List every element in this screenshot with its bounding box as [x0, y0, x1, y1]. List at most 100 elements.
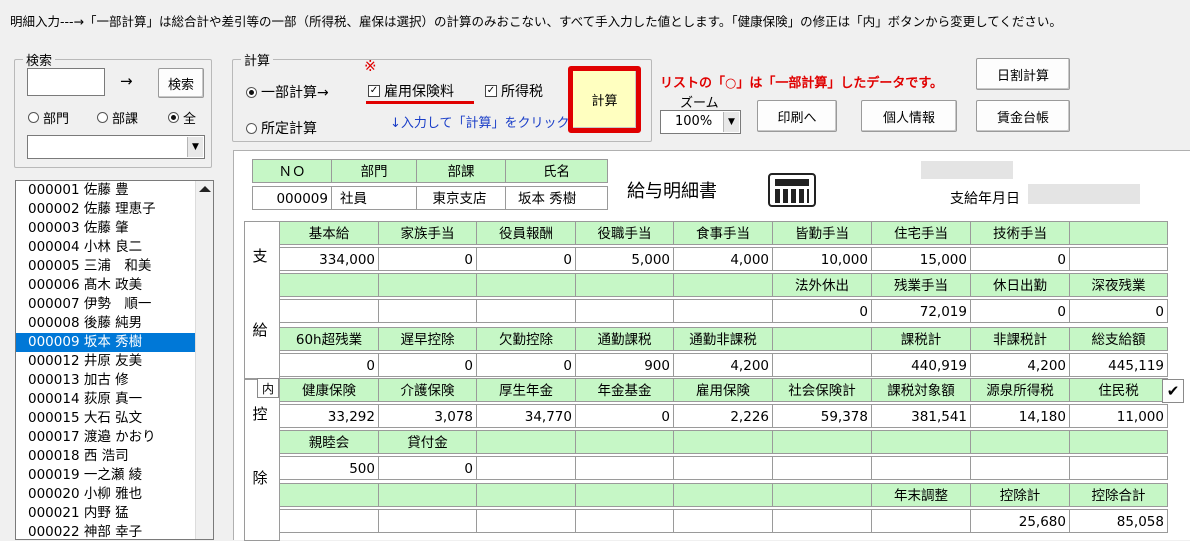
- uchi-button[interactable]: 内: [257, 378, 279, 398]
- deduction-value[interactable]: 14,180: [970, 404, 1070, 428]
- list-item[interactable]: 000018 西 浩司: [16, 447, 213, 466]
- payment-value[interactable]: [476, 299, 576, 323]
- deduction-value[interactable]: [476, 509, 576, 533]
- payment-value[interactable]: 0: [1069, 299, 1168, 323]
- payment-value[interactable]: 900: [575, 353, 674, 377]
- deduction-value[interactable]: 2,226: [673, 404, 773, 428]
- deduction-value[interactable]: 500: [279, 456, 379, 480]
- payment-value[interactable]: [279, 299, 379, 323]
- list-item[interactable]: 000004 小林 良二: [16, 238, 213, 257]
- chevron-down-icon[interactable]: ▼: [187, 137, 203, 157]
- shotoku-checkbox[interactable]: ✓ 所得税: [485, 81, 543, 101]
- list-item[interactable]: 000003 佐藤 肇: [16, 219, 213, 238]
- radio-fixed-calc[interactable]: 所定計算: [246, 118, 317, 138]
- deduction-value[interactable]: 85,058: [1069, 509, 1168, 533]
- payment-value[interactable]: 4,200: [673, 353, 773, 377]
- val-buka[interactable]: 東京支店: [416, 186, 506, 210]
- deduction-value[interactable]: 25,680: [970, 509, 1070, 533]
- chevron-down-icon[interactable]: ▼: [723, 112, 739, 132]
- payment-value[interactable]: 0: [378, 353, 477, 377]
- deduction-value[interactable]: 3,078: [378, 404, 477, 428]
- list-item[interactable]: 000002 佐藤 理恵子: [16, 200, 213, 219]
- deduction-value[interactable]: 59,378: [772, 404, 872, 428]
- deduction-value[interactable]: 33,292: [279, 404, 379, 428]
- payment-value[interactable]: 72,019: [871, 299, 971, 323]
- list-item[interactable]: 000012 井原 友美: [16, 352, 213, 371]
- search-button[interactable]: 検索: [158, 68, 204, 98]
- payment-value[interactable]: 0: [476, 247, 576, 271]
- list-item[interactable]: 000019 一之瀬 綾: [16, 466, 213, 485]
- payment-value[interactable]: 445,119: [1069, 353, 1168, 377]
- deduction-value[interactable]: [575, 509, 674, 533]
- scrollbar[interactable]: [195, 181, 213, 539]
- payment-value[interactable]: 4,000: [673, 247, 773, 271]
- val-bumon[interactable]: 社員: [331, 186, 417, 210]
- payment-value[interactable]: 440,919: [871, 353, 971, 377]
- payment-value[interactable]: 0: [970, 299, 1070, 323]
- deduction-value[interactable]: [575, 456, 674, 480]
- deduction-value[interactable]: [871, 456, 971, 480]
- deduction-value[interactable]: 381,541: [871, 404, 971, 428]
- payment-value[interactable]: [378, 299, 477, 323]
- payment-value[interactable]: 4,200: [970, 353, 1070, 377]
- scroll-up-icon[interactable]: [199, 186, 211, 192]
- deduction-value[interactable]: [279, 509, 379, 533]
- val-no[interactable]: 000009: [252, 186, 332, 210]
- list-item[interactable]: 000006 髙木 政美: [16, 276, 213, 295]
- payment-value[interactable]: 0: [476, 353, 576, 377]
- list-item[interactable]: 000007 伊勢 順一: [16, 295, 213, 314]
- zoom-dropdown[interactable]: 100% ▼: [660, 110, 741, 134]
- print-button[interactable]: 印刷へ: [757, 100, 837, 132]
- list-item[interactable]: 000008 後藤 純男: [16, 314, 213, 333]
- calc-button[interactable]: 計算: [568, 66, 641, 133]
- payment-value[interactable]: [575, 299, 674, 323]
- list-item[interactable]: 000013 加古 修: [16, 371, 213, 390]
- deduction-value[interactable]: [1069, 456, 1168, 480]
- payment-value[interactable]: 0: [772, 299, 872, 323]
- ledger-button[interactable]: 賃金台帳: [976, 100, 1070, 132]
- list-item[interactable]: 000015 大石 弘文: [16, 409, 213, 428]
- deduction-value[interactable]: 34,770: [476, 404, 576, 428]
- payment-value[interactable]: [673, 299, 773, 323]
- payment-value[interactable]: 15,000: [871, 247, 971, 271]
- radio-all[interactable]: 全: [168, 108, 196, 127]
- koyou-checkbox[interactable]: ✓ 雇用保険料: [368, 81, 454, 101]
- deduction-value[interactable]: [476, 456, 576, 480]
- val-name[interactable]: 坂本 秀樹: [505, 186, 608, 210]
- filter-dropdown[interactable]: ▼: [27, 135, 205, 159]
- list-item[interactable]: 000005 三浦 和美: [16, 257, 213, 276]
- list-item[interactable]: 000009 坂本 秀樹: [16, 333, 213, 352]
- daily-calc-button[interactable]: 日割計算: [976, 58, 1070, 90]
- payment-value[interactable]: 10,000: [772, 247, 872, 271]
- deduction-value[interactable]: [673, 456, 773, 480]
- payment-value[interactable]: 0: [970, 247, 1070, 271]
- list-item[interactable]: 000001 佐藤 豊: [16, 181, 213, 200]
- list-item[interactable]: 000014 荻原 真一: [16, 390, 213, 409]
- deduction-value[interactable]: [871, 509, 971, 533]
- radio-partial-calc[interactable]: 一部計算→: [246, 82, 329, 102]
- payment-value[interactable]: 5,000: [575, 247, 674, 271]
- list-item[interactable]: 000020 小柳 雅也: [16, 485, 213, 504]
- calculator-icon[interactable]: [768, 173, 816, 207]
- payment-value[interactable]: 0: [378, 247, 477, 271]
- deduction-value[interactable]: [772, 509, 872, 533]
- search-input[interactable]: [27, 68, 105, 96]
- radio-buka[interactable]: 部課: [97, 108, 138, 127]
- deduction-value[interactable]: 11,000: [1069, 404, 1168, 428]
- payment-value[interactable]: 0: [279, 353, 379, 377]
- deduction-value[interactable]: [378, 509, 477, 533]
- payment-value[interactable]: [772, 353, 872, 377]
- deduction-value[interactable]: 0: [575, 404, 674, 428]
- personal-info-button[interactable]: 個人情報: [861, 100, 957, 132]
- deduction-value[interactable]: 0: [378, 456, 477, 480]
- radio-bumon[interactable]: 部門: [28, 108, 69, 127]
- deduction-value[interactable]: [772, 456, 872, 480]
- employee-list[interactable]: 000001 佐藤 豊 000002 佐藤 理恵子 000003 佐藤 肇 00000…: [15, 180, 214, 540]
- check-button[interactable]: ✔: [1162, 379, 1184, 403]
- deduction-value[interactable]: [970, 456, 1070, 480]
- list-item[interactable]: 000021 内野 猛: [16, 504, 213, 523]
- payment-value[interactable]: 334,000: [279, 247, 379, 271]
- list-item[interactable]: 000022 神部 幸子: [16, 523, 213, 539]
- payment-value[interactable]: [1069, 247, 1168, 271]
- deduction-value[interactable]: [673, 509, 773, 533]
